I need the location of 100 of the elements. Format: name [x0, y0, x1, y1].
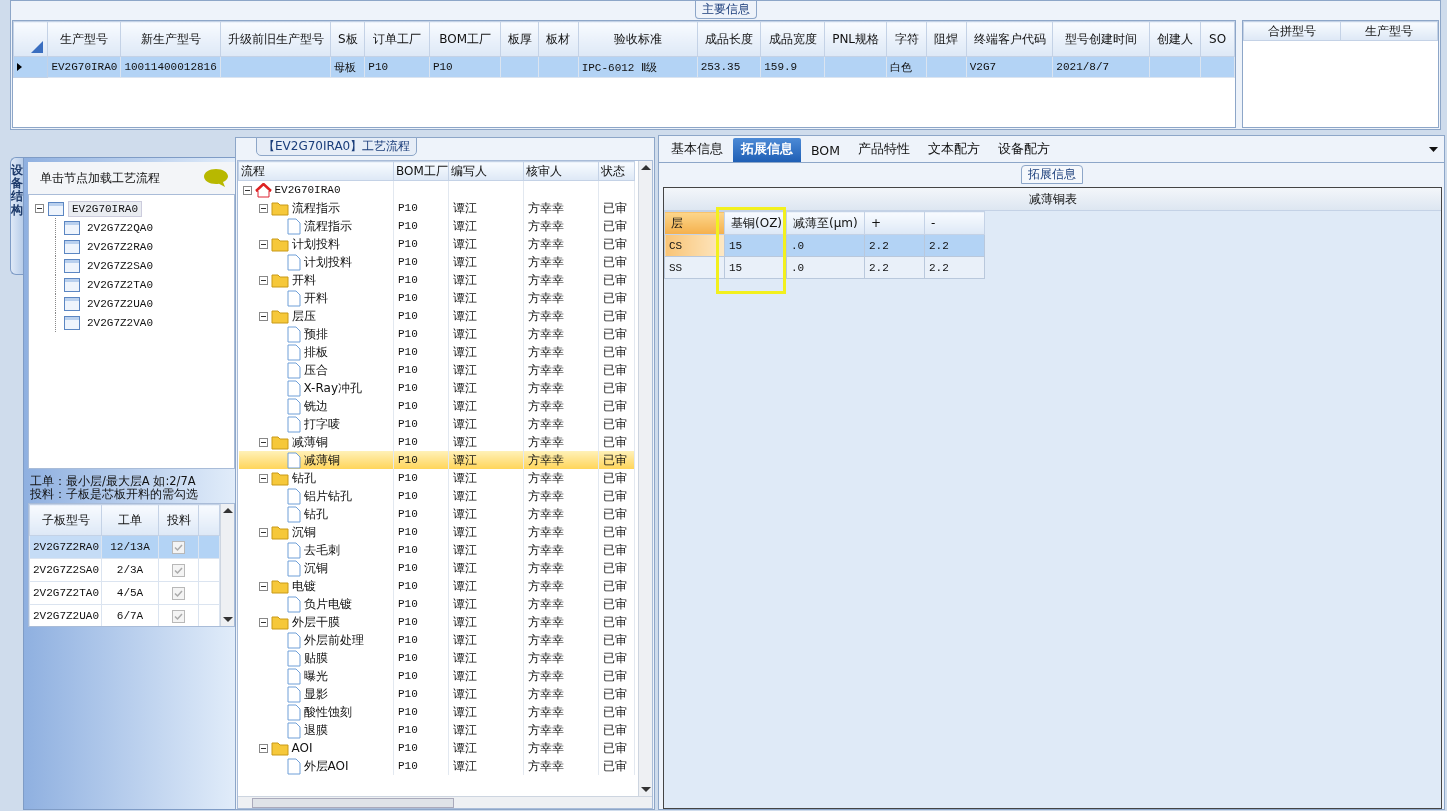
column-header[interactable]: 板厚: [500, 21, 539, 57]
column-header[interactable]: 型号创建时间: [1052, 21, 1150, 57]
column-header[interactable]: 编写人: [448, 161, 524, 181]
tree-node[interactable]: 外层AOI: [303, 757, 349, 775]
tree-node[interactable]: 退膜: [303, 721, 328, 739]
table-cell: 谭江: [453, 758, 477, 773]
collapse-icon[interactable]: [258, 275, 268, 285]
tree-node[interactable]: 计划投料: [303, 253, 352, 271]
column-header[interactable]: 流程: [238, 161, 394, 181]
collapse-icon[interactable]: [35, 204, 44, 213]
collapse-icon[interactable]: [258, 617, 268, 627]
tree-node[interactable]: 压合: [303, 361, 328, 379]
scrollbar[interactable]: [638, 161, 652, 796]
tab[interactable]: BOM: [803, 140, 848, 162]
column-header[interactable]: 生产型号: [47, 21, 121, 57]
table-cell: 2021/8/7: [1056, 61, 1110, 73]
tab[interactable]: 基本信息: [663, 138, 731, 162]
node-icon: [48, 201, 64, 216]
column-header[interactable]: -: [924, 211, 985, 235]
scrollbar[interactable]: [220, 504, 234, 626]
column-header[interactable]: +: [864, 211, 925, 235]
horizontal-scrollbar[interactable]: [238, 796, 652, 808]
tree-node[interactable]: X-Ray冲孔: [303, 379, 362, 397]
tab[interactable]: 文本配方: [920, 138, 988, 162]
column-header[interactable]: 生产型号: [1340, 21, 1438, 41]
tree-node[interactable]: EV2G70IRA0: [274, 184, 341, 196]
column-header[interactable]: PNL规格: [824, 21, 887, 57]
collapse-icon[interactable]: [258, 437, 268, 447]
tree-node[interactable]: 负片电镀: [303, 595, 352, 613]
column-header[interactable]: 层: [664, 211, 725, 235]
tree-node[interactable]: 显影: [303, 685, 328, 703]
column-header[interactable]: BOM工厂: [393, 161, 449, 181]
column-header[interactable]: 阻焊: [926, 21, 967, 57]
tree-node[interactable]: 铝片钻孔: [303, 487, 352, 505]
column-header[interactable]: 升级前旧生产型号: [220, 21, 331, 57]
tree-node[interactable]: EV2G70IRA0: [68, 200, 142, 217]
tree-node[interactable]: 减薄铜: [291, 433, 328, 451]
column-header[interactable]: 工单: [101, 504, 159, 536]
column-header[interactable]: 状态: [598, 161, 635, 181]
tree-node[interactable]: 排板: [303, 343, 328, 361]
column-header[interactable]: SO: [1200, 21, 1235, 57]
tree-node[interactable]: 钻孔: [303, 505, 328, 523]
column-header[interactable]: 验收标准: [578, 21, 698, 57]
tree-node[interactable]: 外层干膜: [291, 613, 340, 631]
column-header[interactable]: 成品宽度: [760, 21, 825, 57]
collapse-icon[interactable]: [258, 203, 268, 213]
tree-node[interactable]: 2V2G7Z2TA0: [84, 277, 156, 292]
tab[interactable]: 产品特性: [850, 138, 918, 162]
column-header[interactable]: 基铜(OZ): [724, 211, 787, 235]
tree-node[interactable]: 外层前处理: [303, 631, 364, 649]
collapse-icon[interactable]: [258, 239, 268, 249]
tree-node[interactable]: 2V2G7Z2VA0: [84, 315, 156, 330]
column-header[interactable]: 子板型号: [29, 504, 102, 536]
column-header[interactable]: S板: [330, 21, 365, 57]
tree-node[interactable]: 流程指示: [303, 217, 352, 235]
column-header[interactable]: 板材: [538, 21, 579, 57]
column-header[interactable]: 订单工厂: [364, 21, 430, 57]
tree-node[interactable]: 开料: [303, 289, 328, 307]
tree-node[interactable]: 贴膜: [303, 649, 328, 667]
column-header[interactable]: 核审人: [523, 161, 599, 181]
side-tab[interactable]: 设备结构: [10, 157, 23, 275]
tree-node[interactable]: 2V2G7Z2RA0: [84, 239, 156, 254]
column-header[interactable]: 投料: [158, 504, 199, 536]
tree-node[interactable]: 打字唛: [303, 415, 340, 433]
collapse-icon[interactable]: [258, 311, 268, 321]
tree-node[interactable]: 2V2G7Z2UA0: [84, 296, 156, 311]
column-header[interactable]: 字符: [886, 21, 927, 57]
caret-icon[interactable]: [1429, 146, 1438, 152]
column-header[interactable]: BOM工厂: [429, 21, 501, 57]
tree-node[interactable]: 酸性蚀刻: [303, 703, 352, 721]
tree-node[interactable]: 开料: [291, 271, 316, 289]
column-header[interactable]: 减薄至(μm): [786, 211, 865, 235]
collapse-icon[interactable]: [258, 473, 268, 483]
column-header[interactable]: 新生产型号: [120, 21, 221, 57]
collapse-icon[interactable]: [242, 185, 252, 195]
tree-node[interactable]: AOI: [291, 741, 313, 755]
tree-node[interactable]: 曝光: [303, 667, 328, 685]
tab[interactable]: 拓展信息: [733, 138, 801, 162]
table-cell: 方幸幸: [528, 722, 564, 737]
collapse-icon[interactable]: [258, 581, 268, 591]
tree-node[interactable]: 2V2G7Z2SA0: [84, 258, 156, 273]
tree-node[interactable]: 铣边: [303, 397, 328, 415]
tree-node[interactable]: 计划投料: [291, 235, 340, 253]
tree-node[interactable]: 2V2G7Z2QA0: [84, 220, 156, 235]
column-header[interactable]: 成品长度: [697, 21, 761, 57]
select-all-icon[interactable]: [31, 41, 44, 53]
collapse-icon[interactable]: [258, 743, 268, 753]
column-header[interactable]: 合拼型号: [1243, 21, 1341, 41]
column-header[interactable]: 创建人: [1149, 21, 1201, 57]
tree-node[interactable]: 去毛刺: [303, 541, 340, 559]
tree-node[interactable]: 沉铜: [291, 523, 316, 541]
collapse-icon[interactable]: [258, 527, 268, 537]
tree-node[interactable]: 流程指示: [291, 199, 340, 217]
column-header[interactable]: 终端客户代码: [966, 21, 1053, 57]
tree-node[interactable]: 预排: [303, 325, 328, 343]
tree-node[interactable]: 沉铜: [303, 559, 328, 577]
tree-node[interactable]: 钻孔: [291, 469, 316, 487]
tree-node[interactable]: 层压: [291, 307, 316, 325]
tree-node[interactable]: 电镀: [291, 577, 316, 595]
tab[interactable]: 设备配方: [990, 138, 1058, 162]
